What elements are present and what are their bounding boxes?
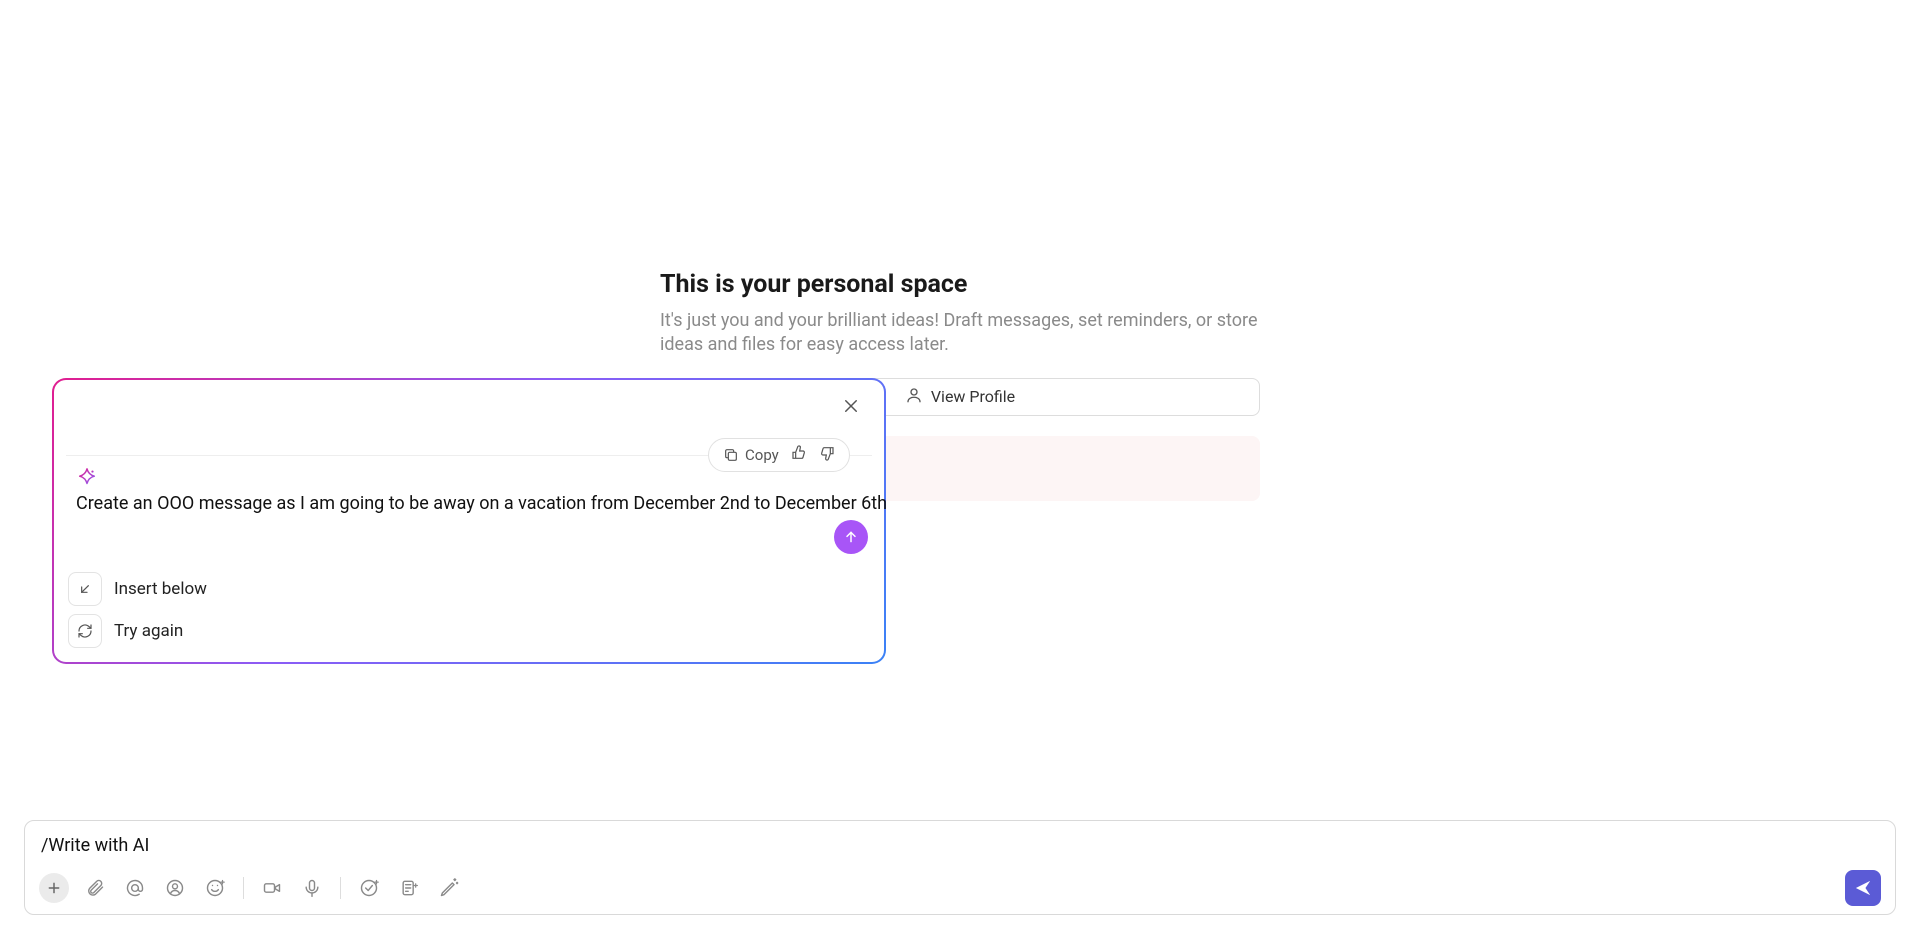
feedback-toolbar: Copy [708,438,850,472]
welcome-subtitle: It's just you and your brilliant ideas! … [660,309,1260,358]
message-composer[interactable]: /Write with AI [24,820,1896,915]
ai-write-button[interactable] [435,874,463,902]
profile-icon [905,386,923,408]
composer-toolbar [39,870,1881,906]
composer-input[interactable]: /Write with AI [39,831,1881,870]
thumbs-down-button[interactable] [819,445,835,465]
insert-below-label: Insert below [114,579,207,599]
copy-label: Copy [745,446,779,464]
add-button[interactable] [39,873,69,903]
video-button[interactable] [258,874,286,902]
view-profile-label: View Profile [931,387,1015,406]
try-again-label: Try again [114,621,183,641]
mention-person-button[interactable] [161,874,189,902]
close-button[interactable] [842,397,864,419]
insert-below-button[interactable]: Insert below [68,572,207,606]
document-button[interactable] [395,874,423,902]
copy-button[interactable]: Copy [723,446,779,464]
send-button[interactable] [1845,870,1881,906]
emoji-button[interactable] [201,874,229,902]
task-button[interactable] [355,874,383,902]
thumbs-up-button[interactable] [791,445,807,465]
insert-below-icon [68,572,102,606]
ai-compose-popover: Copy Create an OOO message as I am going… [52,378,886,664]
ai-sparkle-icon [76,467,98,489]
ai-submit-button[interactable] [834,520,868,554]
toolbar-separator [243,877,244,899]
microphone-button[interactable] [298,874,326,902]
attach-file-button[interactable] [81,874,109,902]
ai-prompt-input[interactable]: Create an OOO message as I am going to b… [76,493,887,514]
mention-button[interactable] [121,874,149,902]
welcome-title: This is your personal space [660,270,1260,299]
try-again-icon [68,614,102,648]
try-again-button[interactable]: Try again [68,614,207,648]
toolbar-separator [340,877,341,899]
